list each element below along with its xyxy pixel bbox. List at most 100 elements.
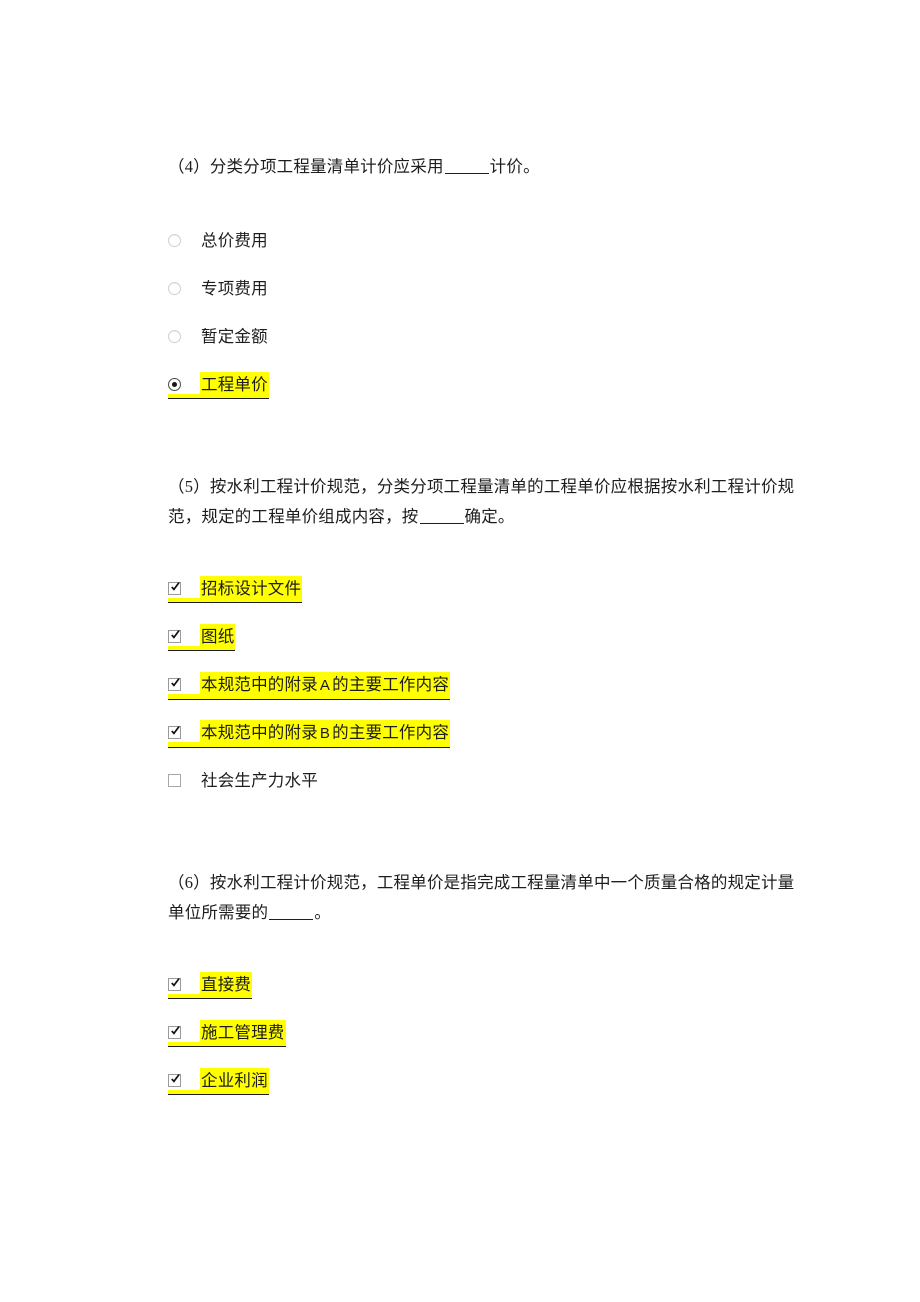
option-label: 暂定金额 bbox=[201, 327, 268, 346]
question-block-5: （5）按水利工程计价规范，分类分项工程量清单的工程单价应根据按水利工程计价规范，… bbox=[168, 472, 808, 816]
checkbox-checked-icon[interactable] bbox=[168, 582, 181, 595]
checkbox-cell[interactable] bbox=[168, 672, 200, 694]
option-highlight-wrap[interactable]: 图纸 bbox=[168, 624, 236, 651]
option-highlight-wrap[interactable]: 社会生产力水平 bbox=[168, 768, 319, 794]
radio-cell[interactable] bbox=[168, 324, 200, 343]
option-label: 社会生产力水平 bbox=[201, 771, 318, 790]
option-label-pre: 本规范中的附录 bbox=[201, 723, 318, 742]
checkmark-icon bbox=[171, 630, 180, 639]
option-label: 本规范中的附录 A 的主要工作内容 bbox=[200, 672, 451, 700]
checkbox-cell[interactable] bbox=[168, 972, 200, 994]
checkmark-icon bbox=[171, 1026, 180, 1035]
option-row[interactable]: 总价费用 bbox=[168, 228, 808, 276]
radio-button-selected-icon[interactable] bbox=[168, 378, 181, 391]
radio-button-icon[interactable] bbox=[168, 330, 181, 343]
checkbox-cell[interactable] bbox=[168, 624, 200, 646]
question-block-6: （6）按水利工程计价规范，工程单价是指完成工程量清单中一个质量合格的规定计量单位… bbox=[168, 868, 808, 1116]
checkbox-checked-icon[interactable] bbox=[168, 1026, 181, 1039]
option-highlight-wrap[interactable]: 总价费用 bbox=[168, 228, 269, 254]
question-4-stem-after-blank: 计价。 bbox=[489, 157, 540, 176]
option-row[interactable]: 施工管理费 bbox=[168, 1020, 808, 1068]
option-row[interactable]: 暂定金额 bbox=[168, 324, 808, 372]
answer-underline bbox=[168, 1046, 200, 1047]
option-row[interactable]: 本规范中的附录 A 的主要工作内容 bbox=[168, 672, 808, 720]
option-label-letter: A bbox=[319, 677, 331, 694]
checkbox-checked-icon[interactable] bbox=[168, 1074, 181, 1087]
question-5-stem-after-blank: 确定。 bbox=[464, 507, 515, 526]
checkbox-checked-icon[interactable] bbox=[168, 678, 181, 691]
fill-in-blank bbox=[444, 159, 489, 174]
option-highlight-wrap[interactable]: 暂定金额 bbox=[168, 324, 269, 350]
fill-in-blank bbox=[419, 509, 464, 524]
checkbox-cell[interactable] bbox=[168, 768, 200, 787]
option-highlight-wrap[interactable]: 工程单价 bbox=[168, 372, 269, 399]
answer-underline bbox=[168, 602, 200, 603]
checkmark-icon bbox=[171, 1074, 180, 1083]
question-4-number: （4） bbox=[168, 157, 210, 176]
question-6-number: （6） bbox=[168, 873, 210, 892]
question-5-stem-line-1: 按水利工程计价规范，分类分项工程量清单的工程单价应根据按水利工 bbox=[209, 477, 728, 496]
option-label: 施工管理费 bbox=[200, 1020, 286, 1047]
option-row[interactable]: 直接费 bbox=[168, 972, 808, 1020]
question-6-options[interactable]: 直接费 施工管理费 企业利润 bbox=[168, 972, 808, 1116]
option-highlight-wrap[interactable]: 直接费 bbox=[168, 972, 253, 999]
option-label-post: 的主要工作内容 bbox=[332, 675, 450, 694]
radio-button-icon[interactable] bbox=[168, 282, 181, 295]
option-highlight-wrap[interactable]: 专项费用 bbox=[168, 276, 269, 302]
option-row[interactable]: 工程单价 bbox=[168, 372, 808, 420]
radio-button-icon[interactable] bbox=[168, 234, 181, 247]
answer-underline bbox=[168, 1094, 200, 1095]
document-body: （4）分类分项工程量清单计价应采用 计价。 总价费用 专项费用 暂定金额 工程单… bbox=[168, 152, 808, 1116]
checkbox-checked-icon[interactable] bbox=[168, 726, 181, 739]
radio-cell[interactable] bbox=[168, 228, 200, 247]
question-block-4: （4）分类分项工程量清单计价应采用 计价。 总价费用 专项费用 暂定金额 工程单… bbox=[168, 152, 808, 420]
option-highlight-wrap[interactable]: 招标设计文件 bbox=[168, 576, 303, 603]
option-row[interactable]: 招标设计文件 bbox=[168, 576, 808, 624]
checkbox-unchecked-icon[interactable] bbox=[168, 774, 181, 787]
option-row[interactable]: 企业利润 bbox=[168, 1068, 808, 1116]
checkbox-cell[interactable] bbox=[168, 1068, 200, 1090]
option-row[interactable]: 图纸 bbox=[168, 624, 808, 672]
option-highlight-wrap[interactable]: 施工管理费 bbox=[168, 1020, 286, 1047]
option-row[interactable]: 社会生产力水平 bbox=[168, 768, 808, 816]
answer-underline bbox=[168, 699, 200, 700]
checkmark-icon bbox=[171, 978, 180, 987]
question-5-options[interactable]: 招标设计文件 图纸 本规范中的附录 A 的主要工作内容 本规范中的附录 B 的主… bbox=[168, 576, 808, 816]
option-row[interactable]: 本规范中的附录 B 的主要工作内容 bbox=[168, 720, 808, 768]
fill-in-blank bbox=[269, 905, 314, 920]
question-6-stem-line-1: 按水利工程计价规范，工程单价是指完成工程量清单中一个质量合格的 bbox=[209, 873, 728, 892]
option-label: 直接费 bbox=[200, 972, 253, 999]
checkbox-checked-icon[interactable] bbox=[168, 630, 181, 643]
option-label: 本规范中的附录 B 的主要工作内容 bbox=[200, 720, 451, 748]
option-highlight-wrap[interactable]: 本规范中的附录 B 的主要工作内容 bbox=[168, 720, 451, 748]
answer-underline bbox=[168, 747, 200, 748]
checkbox-checked-icon[interactable] bbox=[168, 978, 181, 991]
question-4-stem-before-blank: 分类分项工程量清单计价应采用 bbox=[209, 157, 444, 176]
option-highlight-wrap[interactable]: 本规范中的附录 A 的主要工作内容 bbox=[168, 672, 451, 700]
radio-cell[interactable] bbox=[168, 276, 200, 295]
question-4-options[interactable]: 总价费用 专项费用 暂定金额 工程单价 bbox=[168, 228, 808, 420]
option-label-post: 的主要工作内容 bbox=[332, 723, 450, 742]
option-highlight-wrap[interactable]: 企业利润 bbox=[168, 1068, 269, 1095]
checkbox-cell[interactable] bbox=[168, 576, 200, 598]
checkmark-icon bbox=[171, 582, 180, 591]
checkmark-icon bbox=[171, 678, 180, 687]
option-label: 企业利润 bbox=[200, 1068, 269, 1095]
answer-underline bbox=[168, 650, 200, 651]
answer-underline bbox=[168, 398, 200, 399]
option-label: 工程单价 bbox=[200, 372, 269, 399]
document-page: （4）分类分项工程量清单计价应采用 计价。 总价费用 专项费用 暂定金额 工程单… bbox=[0, 0, 920, 1302]
answer-underline bbox=[168, 998, 200, 999]
option-row[interactable]: 专项费用 bbox=[168, 276, 808, 324]
checkbox-cell[interactable] bbox=[168, 720, 200, 742]
option-label-letter: B bbox=[319, 725, 331, 742]
radio-cell[interactable] bbox=[168, 372, 200, 394]
question-6-text: （6）按水利工程计价规范，工程单价是指完成工程量清单中一个质量合格的规定计量单位… bbox=[168, 868, 808, 928]
question-4-text: （4）分类分项工程量清单计价应采用 计价。 bbox=[168, 152, 808, 182]
checkbox-cell[interactable] bbox=[168, 1020, 200, 1042]
question-5-text: （5）按水利工程计价规范，分类分项工程量清单的工程单价应根据按水利工程计价规范，… bbox=[168, 472, 808, 532]
